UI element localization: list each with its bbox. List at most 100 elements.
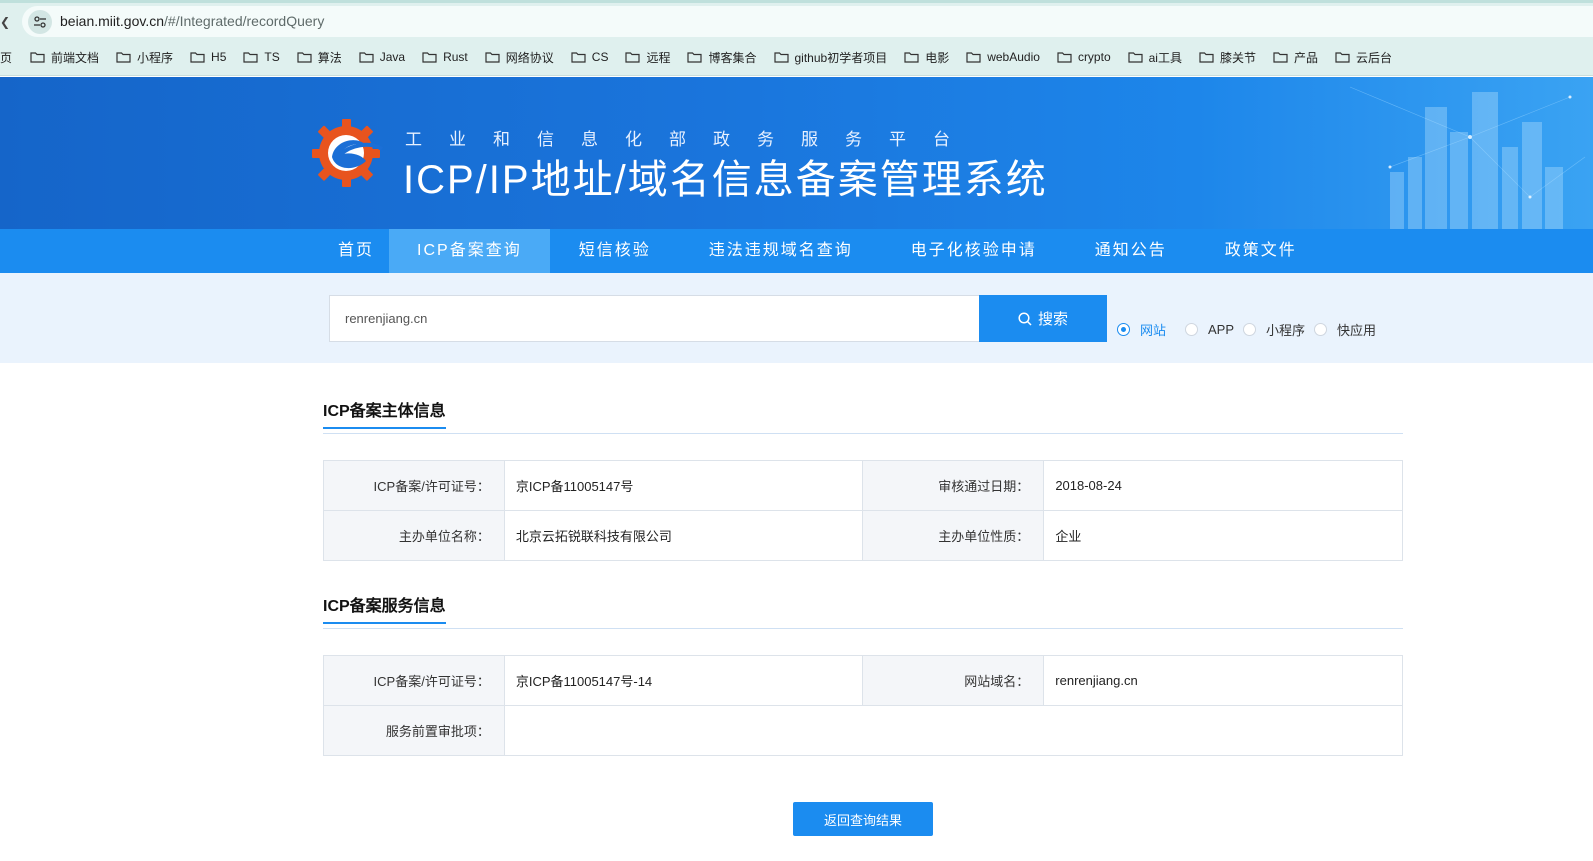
approval-date-label: 审核通过日期： <box>862 460 1045 511</box>
bookmark-label: crypto <box>1077 50 1111 64</box>
nav-item-6[interactable]: 政策文件 <box>1196 229 1326 273</box>
search-type-radio-0[interactable]: 网站 <box>1117 320 1166 339</box>
bookmark-label: 电影 <box>925 50 950 65</box>
organizer-type-value: 企业 <box>1043 510 1403 561</box>
bookmark-item[interactable]: 博客集合 <box>687 49 757 66</box>
back-icon[interactable]: ❮ <box>0 15 10 29</box>
search-icon <box>1018 311 1032 326</box>
pre-approval-value <box>503 705 1404 756</box>
bookmark-label: 远程 <box>646 50 671 65</box>
pre-approval-label: 服务前置审批项： <box>323 705 505 756</box>
folder-icon <box>904 52 919 63</box>
service-info-title: ICP备案服务信息 <box>323 592 446 624</box>
search-button[interactable]: 搜索 <box>979 295 1107 342</box>
folder-icon <box>190 52 205 63</box>
bookmark-item[interactable]: 算法 <box>297 49 342 66</box>
radio-dot-icon <box>1185 323 1199 336</box>
service-license-label: ICP备案/许可证号： <box>323 655 505 706</box>
bookmark-item[interactable]: ai工具 <box>1128 49 1182 66</box>
folder-icon <box>625 52 641 63</box>
table-row: 服务前置审批项： <box>323 705 1404 756</box>
folder-icon <box>773 52 789 63</box>
subject-info-table: ICP备案/许可证号： 京ICP备11005147号 审核通过日期： 2018-… <box>323 460 1403 561</box>
radio-dot-icon <box>1243 323 1257 336</box>
bookmark-label: 算法 <box>317 50 342 65</box>
license-number-value: 京ICP备11005147号 <box>503 460 864 511</box>
bookmark-list: 前端文档 小程序 H5 TS 算法 Java Rust 网络协议 CS 远程 博客集合 github初… <box>30 38 1409 76</box>
back-to-results-button[interactable]: 返回查询结果 <box>793 802 933 836</box>
approval-date-value: 2018-08-24 <box>1043 460 1403 511</box>
service-info-table: ICP备案/许可证号： 京ICP备11005147号-14 网站域名： renr… <box>323 655 1404 756</box>
bookmark-item[interactable]: github初学者项目 <box>773 49 888 66</box>
bookmark-item[interactable]: 产品 <box>1273 49 1318 66</box>
bookmark-label: TS <box>264 50 280 64</box>
bookmark-item[interactable]: Rust <box>422 50 468 64</box>
folder-icon <box>359 52 374 63</box>
bookmark-item[interactable]: 云后台 <box>1335 49 1392 66</box>
folder-icon <box>1057 52 1072 63</box>
nav-item-4[interactable]: 电子化核验申请 <box>882 229 1066 273</box>
nav-list: 首页 ICP备案查询 短信核验 违法违规域名查询 电子化核验申请 通知公告 政策文件 <box>323 229 1326 273</box>
nav-item-1[interactable]: ICP备案查询 <box>389 229 550 273</box>
bookmark-item[interactable]: H5 <box>190 50 226 64</box>
website-domain-label: 网站域名： <box>862 655 1045 706</box>
bookmark-label: ai工具 <box>1148 50 1182 65</box>
url-path: /#/Integrated/recordQuery <box>164 13 325 29</box>
folder-icon <box>1273 52 1288 63</box>
section-divider <box>323 628 1403 629</box>
search-type-radios: 网站 APP 小程序 快应用 <box>1117 320 1385 339</box>
browser-address-bar: ❮ beian.miit.gov.cn/#/Integrated/recordQ… <box>0 0 1593 38</box>
bookmark-label: Rust <box>443 50 468 64</box>
organizer-name-value: 北京云拓锐联科技有限公司 <box>503 510 864 561</box>
nav-item-2[interactable]: 短信核验 <box>550 229 680 273</box>
bookmark-label: webAudio <box>987 50 1040 64</box>
license-number-label: ICP备案/许可证号： <box>323 460 505 511</box>
bookmark-partial[interactable]: 页 <box>0 49 12 66</box>
nav-item-3[interactable]: 违法违规域名查询 <box>680 229 882 273</box>
folder-icon <box>485 52 500 63</box>
search-type-radio-1[interactable]: APP <box>1185 322 1234 337</box>
search-button-label: 搜索 <box>1037 311 1068 328</box>
bookmark-item[interactable]: 远程 <box>625 49 670 66</box>
bookmark-label: github初学者项目 <box>794 50 888 65</box>
search-type-radio-3[interactable]: 快应用 <box>1314 320 1376 339</box>
bookmark-item[interactable]: 膝关节 <box>1199 49 1256 66</box>
folder-icon <box>116 52 131 63</box>
bookmark-label: 膝关节 <box>1219 50 1256 65</box>
folder-icon <box>297 52 312 63</box>
nav-item-5[interactable]: 通知公告 <box>1066 229 1196 273</box>
service-license-value: 京ICP备11005147号-14 <box>503 655 864 706</box>
radio-label: APP <box>1208 322 1235 337</box>
bookmark-item[interactable]: crypto <box>1057 50 1111 64</box>
bookmark-item[interactable]: TS <box>243 50 280 64</box>
url-field[interactable]: beian.miit.gov.cn/#/Integrated/recordQue… <box>22 6 1593 37</box>
organizer-type-label: 主办单位性质： <box>862 510 1045 561</box>
bookmark-label: 产品 <box>1293 50 1318 65</box>
bookmarks-bar: 页 前端文档 小程序 H5 TS 算法 Java Rust 网络协议 CS 远程 博客集合 githu… <box>0 38 1593 76</box>
bookmark-item[interactable]: 电影 <box>904 49 949 66</box>
site-settings-icon[interactable] <box>28 10 52 34</box>
bookmark-label: Java <box>379 50 406 64</box>
banner-title: ICP/IP地址/域名信息备案管理系统 <box>403 158 1048 202</box>
search-input[interactable] <box>329 295 980 342</box>
radio-label: 小程序 <box>1266 323 1306 338</box>
bookmark-item[interactable]: 小程序 <box>116 49 173 66</box>
bookmark-item[interactable]: webAudio <box>966 50 1040 64</box>
website-domain-value: renrenjiang.cn <box>1043 655 1403 706</box>
bookmark-item[interactable]: CS <box>571 50 608 64</box>
search-type-radio-2[interactable]: 小程序 <box>1243 320 1305 339</box>
folder-icon <box>687 52 703 63</box>
bookmark-item[interactable]: 网络协议 <box>485 49 554 66</box>
bookmark-label: 小程序 <box>137 50 174 65</box>
nav-item-0[interactable]: 首页 <box>323 229 389 273</box>
bookmark-item[interactable]: 前端文档 <box>30 49 99 66</box>
folder-icon <box>966 52 981 63</box>
radio-label: 网站 <box>1140 323 1167 338</box>
bookmark-label: H5 <box>211 50 227 64</box>
subject-info-title: ICP备案主体信息 <box>323 397 446 429</box>
folder-icon <box>1335 52 1350 63</box>
folder-icon <box>1128 52 1143 63</box>
table-row: ICP备案/许可证号： 京ICP备11005147号-14 网站域名： renr… <box>323 655 1403 706</box>
bookmark-item[interactable]: Java <box>359 50 405 64</box>
site-banner: 工业和信息化部政务服务平台 ICP/IP地址/域名信息备案管理系统 <box>0 77 1593 229</box>
